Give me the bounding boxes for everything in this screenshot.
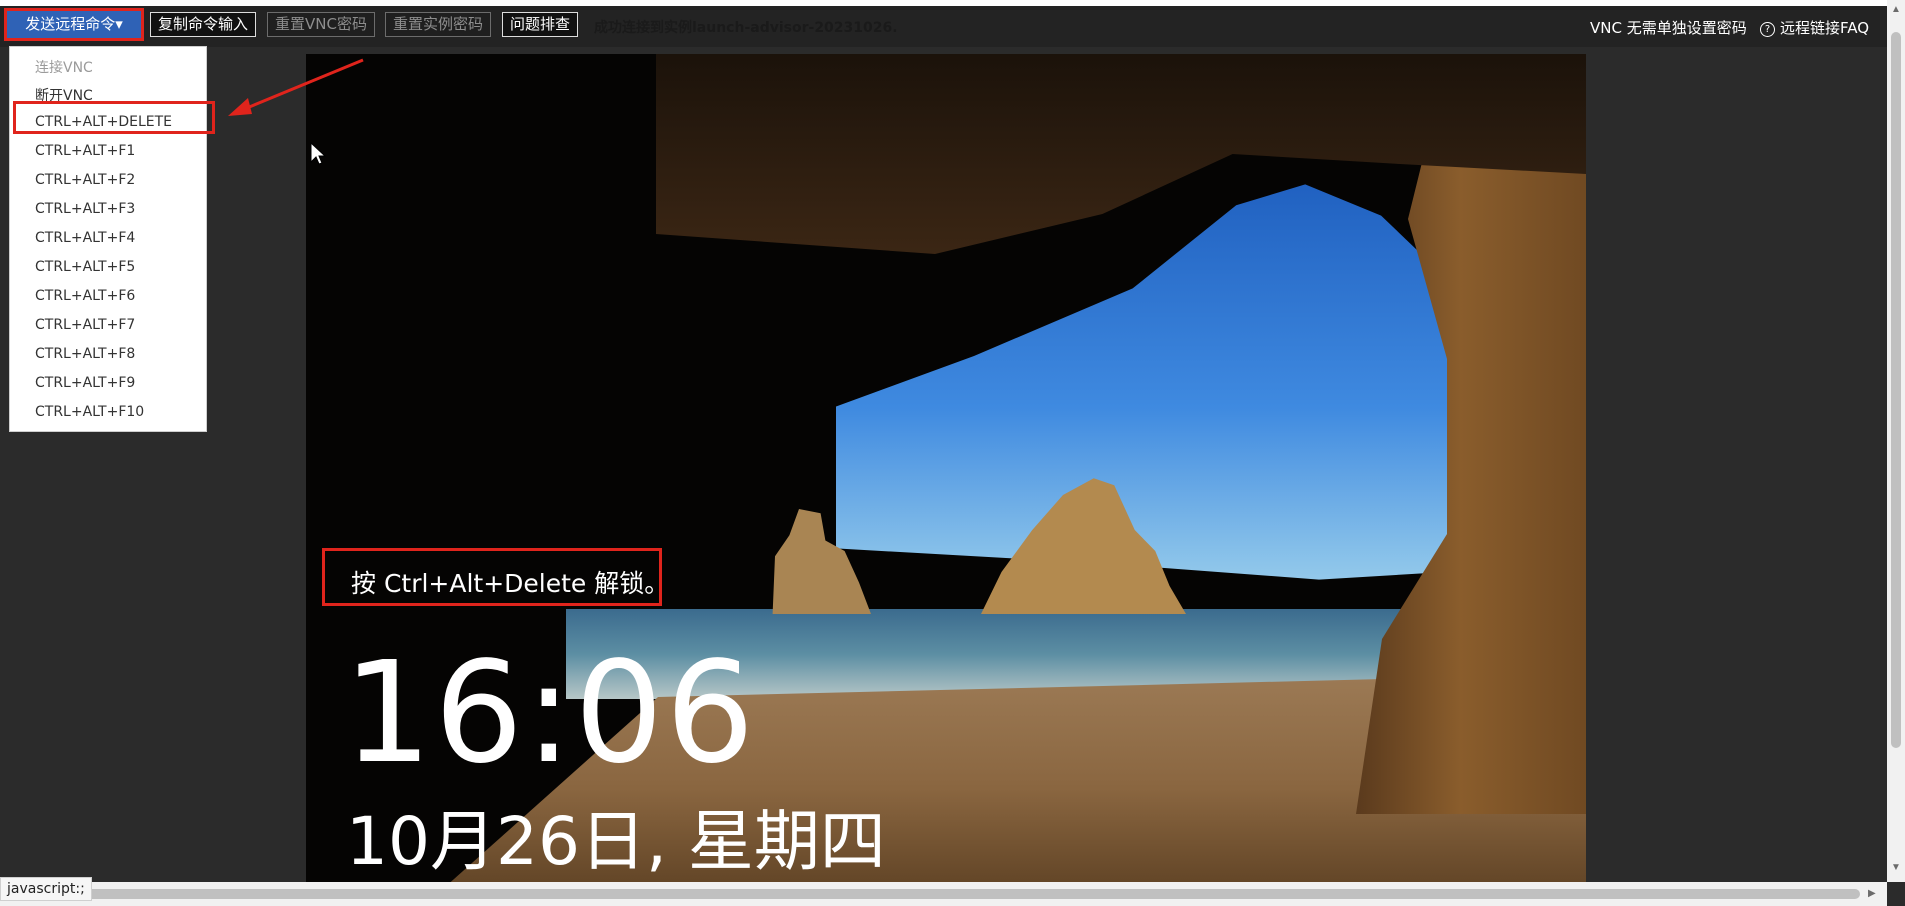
send-remote-command-button[interactable]: 发送远程命令▾ bbox=[4, 8, 144, 41]
lockscreen-date: 10月26日, 星期四 bbox=[346, 803, 886, 880]
vertical-scroll-thumb[interactable] bbox=[1891, 32, 1901, 748]
help-circle-icon: ? bbox=[1760, 22, 1775, 37]
menu-item-ctrl-alt-f3[interactable]: CTRL+ALT+F3 bbox=[35, 201, 135, 217]
troubleshoot-button[interactable]: 问题排查 bbox=[502, 12, 579, 37]
unlock-hint: 按 Ctrl+Alt+Delete 解锁。 bbox=[351, 569, 670, 598]
reset-vnc-password-button[interactable]: 重置VNC密码 bbox=[267, 12, 375, 37]
menu-item-ctrl-alt-f7[interactable]: CTRL+ALT+F7 bbox=[35, 317, 135, 333]
send-command-label: 发送远程命令 bbox=[25, 15, 116, 33]
scroll-up-icon[interactable]: ▲ bbox=[1891, 4, 1901, 15]
menu-item-ctrl-alt-f8[interactable]: CTRL+ALT+F8 bbox=[35, 346, 135, 362]
toolbar: 发送远程命令▾ 复制命令输入 重置VNC密码 重置实例密码 问题排查 成功连接到… bbox=[0, 0, 1887, 47]
caret-down-icon: ▾ bbox=[115, 15, 123, 33]
menu-item-ctrl-alt-f10[interactable]: CTRL+ALT+F10 bbox=[35, 404, 144, 420]
ctrl-alt-delete-highlight bbox=[13, 101, 215, 134]
mouse-cursor-icon bbox=[310, 142, 326, 165]
scroll-down-icon[interactable]: ▼ bbox=[1891, 862, 1901, 873]
lockscreen-time: 16:06 bbox=[343, 632, 757, 795]
menu-item-connect-vnc[interactable]: 连接VNC bbox=[35, 57, 93, 77]
menu-item-ctrl-alt-f9[interactable]: CTRL+ALT+F9 bbox=[35, 375, 135, 391]
horizontal-scrollbar[interactable]: ◀ ▶ bbox=[0, 882, 1887, 906]
vertical-scrollbar[interactable]: ▲ ▼ bbox=[1887, 0, 1905, 882]
copy-command-input-button[interactable]: 复制命令输入 bbox=[150, 12, 257, 37]
faq-link[interactable]: ? 远程链接FAQ bbox=[1760, 17, 1869, 38]
annotation-arrow-icon bbox=[228, 58, 364, 116]
reset-instance-password-button[interactable]: 重置实例密码 bbox=[385, 12, 492, 37]
horizontal-scroll-thumb[interactable] bbox=[70, 889, 1860, 899]
vnc-screen[interactable]: 按 Ctrl+Alt+Delete 解锁。 16:06 10月26日, 星期四 bbox=[306, 54, 1586, 882]
menu-item-ctrl-alt-f6[interactable]: CTRL+ALT+F6 bbox=[35, 288, 135, 304]
menu-item-ctrl-alt-f1[interactable]: CTRL+ALT+F1 bbox=[35, 143, 135, 159]
menu-item-ctrl-alt-f5[interactable]: CTRL+ALT+F5 bbox=[35, 259, 135, 275]
scroll-right-icon[interactable]: ▶ bbox=[1868, 888, 1876, 899]
menu-item-ctrl-alt-f2[interactable]: CTRL+ALT+F2 bbox=[35, 172, 135, 188]
connection-status: 成功连接到实例launch-advisor-20231026. bbox=[594, 20, 898, 36]
menu-item-ctrl-alt-f4[interactable]: CTRL+ALT+F4 bbox=[35, 230, 135, 246]
vnc-no-password-link[interactable]: VNC 无需单独设置密码 bbox=[1590, 17, 1747, 38]
browser-status-bar: javascript:; bbox=[0, 877, 92, 901]
faq-label: 远程链接FAQ bbox=[1780, 19, 1870, 37]
